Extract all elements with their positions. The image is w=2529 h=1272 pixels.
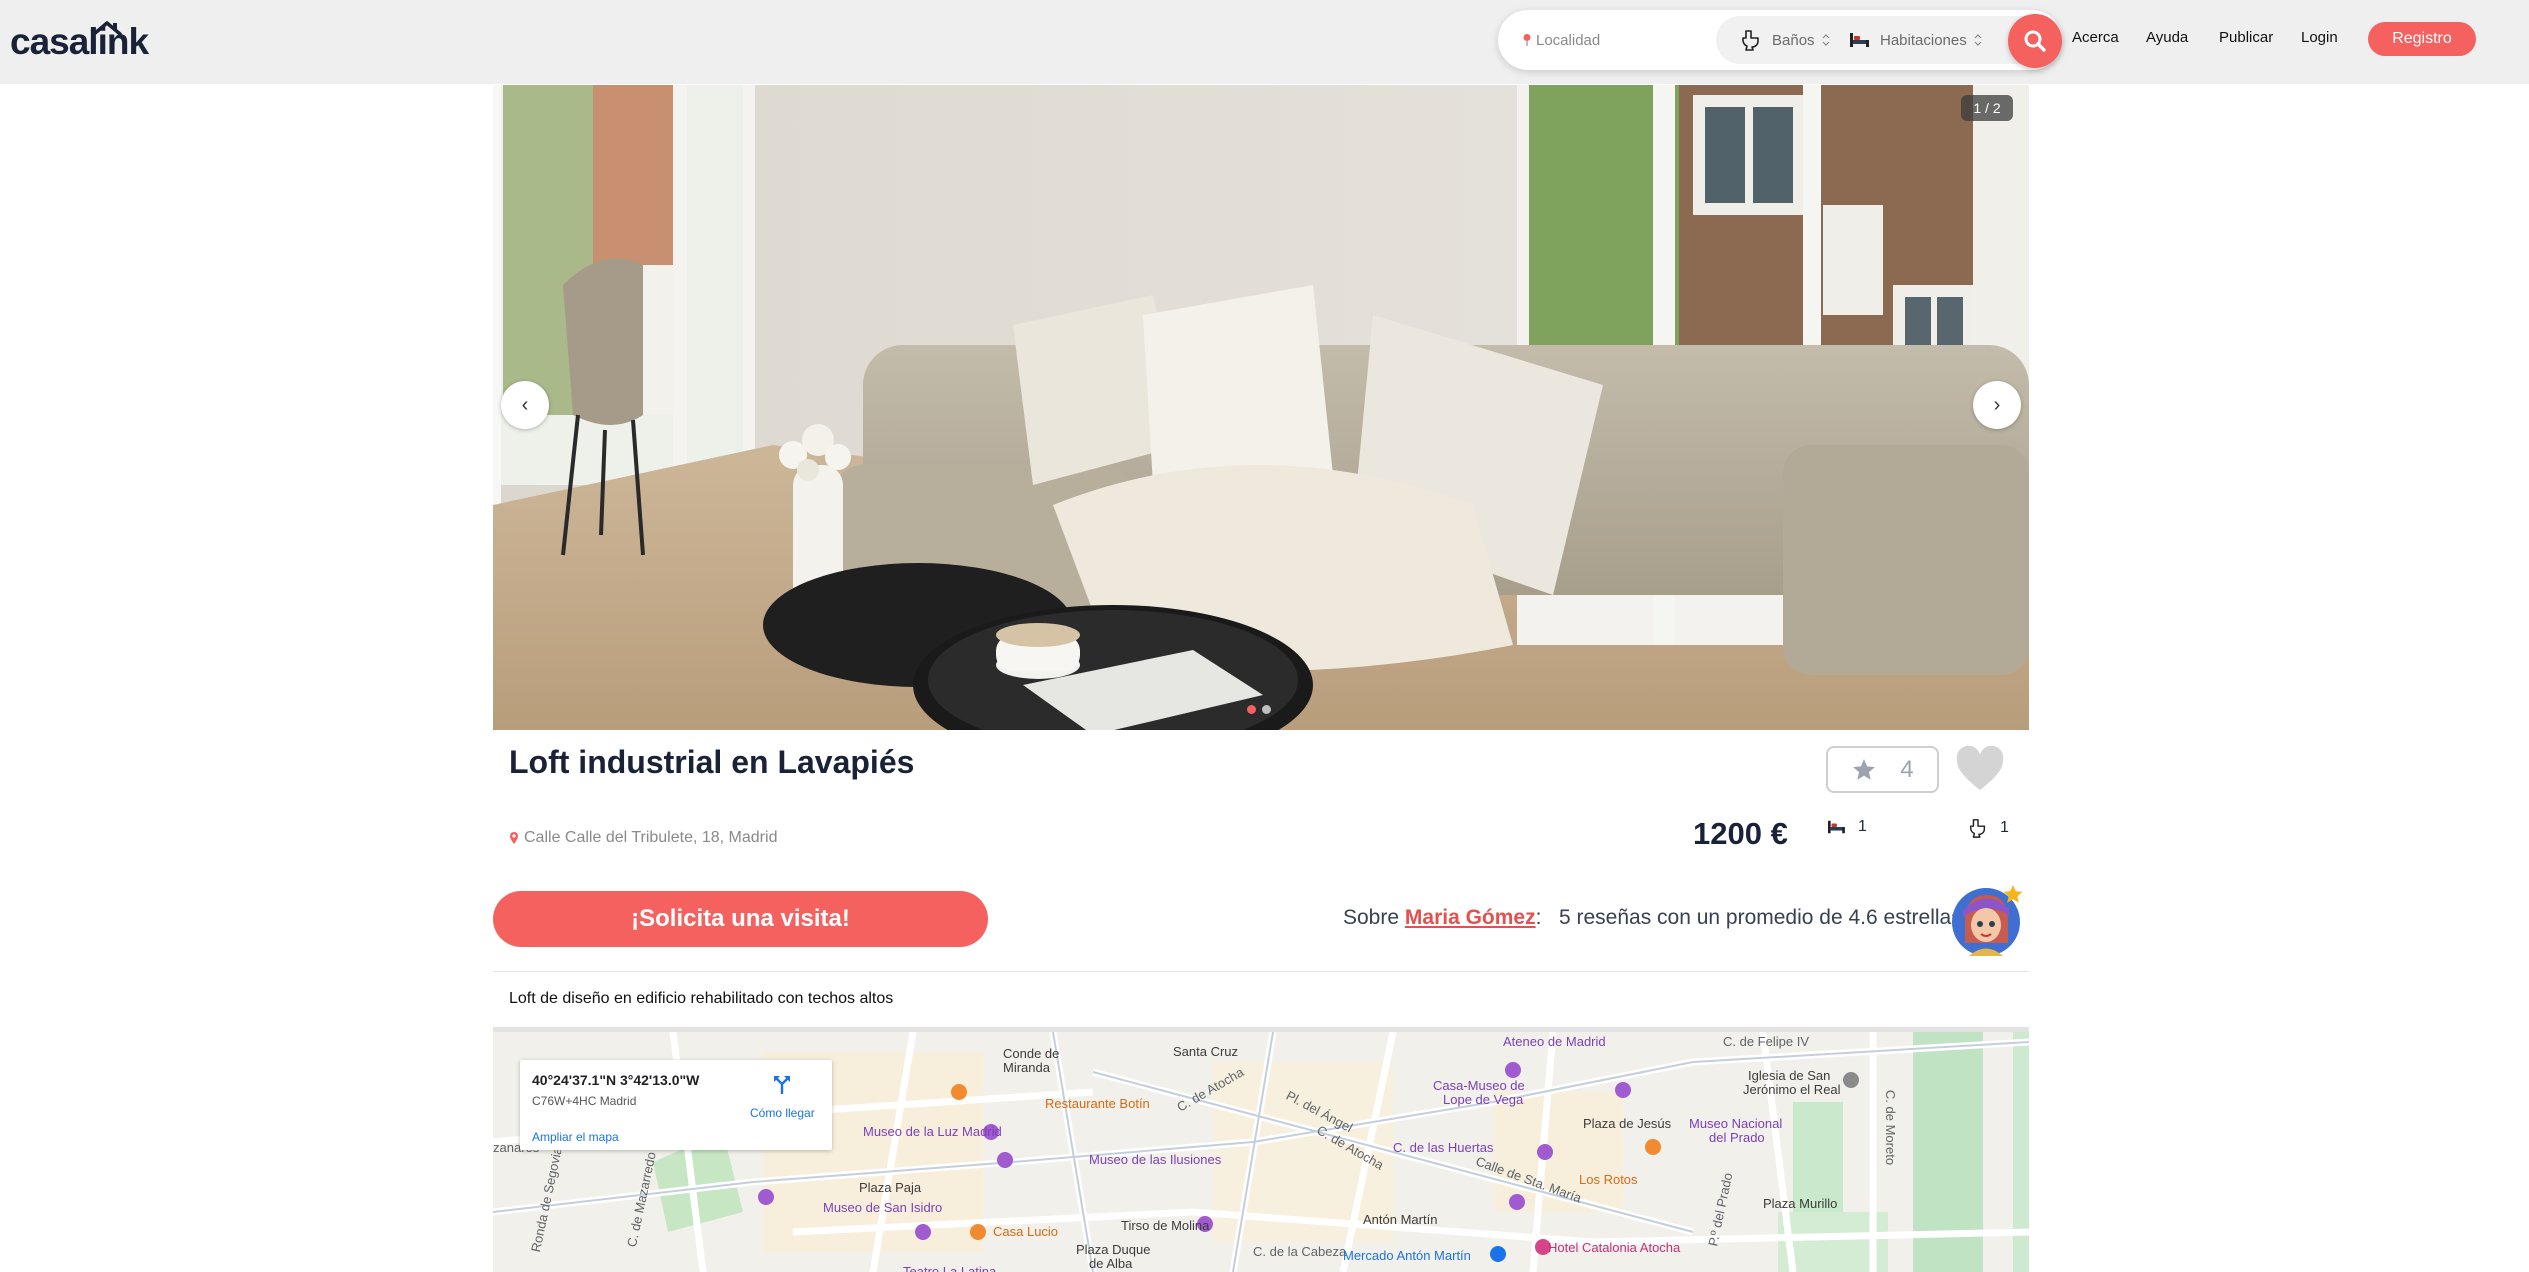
next-image-button[interactable]: › xyxy=(1973,381,2021,429)
map-label: C. de Moreto xyxy=(1883,1089,1899,1166)
search-icon xyxy=(2024,30,2046,52)
owner-avatar[interactable] xyxy=(1951,883,2025,957)
listing-photo xyxy=(493,85,2029,730)
rating-count: 4 xyxy=(1900,755,1914,783)
location-input[interactable] xyxy=(1536,31,1736,49)
prev-image-button[interactable]: ‹ xyxy=(501,381,549,429)
reviews-separator: : xyxy=(1535,906,1542,929)
section-divider xyxy=(493,971,2029,972)
map-label: Museo Nacional xyxy=(1689,1116,1783,1131)
map-label: Teatro La Latina xyxy=(903,1264,997,1272)
map-label: del Prado xyxy=(1709,1130,1765,1145)
request-visit-button[interactable]: ¡Solicita una visita! xyxy=(493,891,988,947)
map-label: Iglesia de San xyxy=(1748,1068,1831,1083)
carousel-dot[interactable] xyxy=(1247,705,1256,714)
map-label: de Alba xyxy=(1089,1256,1133,1271)
enlarge-map-link[interactable]: Ampliar el mapa xyxy=(532,1130,619,1144)
listing-address: Calle Calle del Tribulete, 18, Madrid xyxy=(509,829,777,847)
map-label: Museo de las Ilusiones xyxy=(1089,1152,1222,1167)
logo-text: casalink xyxy=(10,21,149,62)
map-label: Conde de xyxy=(1003,1046,1060,1061)
register-button[interactable]: Registro xyxy=(2368,22,2476,56)
map-label: Tirso de Molina xyxy=(1121,1218,1210,1233)
bed-icon xyxy=(1850,33,1869,47)
map-label: Museo de la Luz Madrid xyxy=(863,1124,1002,1139)
bathrooms-spec: 1 xyxy=(1968,818,2009,838)
map-label: Hotel Catalonia Atocha xyxy=(1548,1240,1681,1255)
reviews-summary: 5 reseñas con un promedio de 4.6 estrell… xyxy=(1558,906,1968,929)
baths-label: Baños xyxy=(1772,31,1815,49)
nav-publicar[interactable]: Publicar xyxy=(2219,28,2273,48)
map-label: Miranda xyxy=(1003,1060,1050,1075)
map-label: Santa Cruz xyxy=(1173,1044,1239,1059)
map-label: Plaza Paja xyxy=(859,1180,922,1195)
directions-icon[interactable] xyxy=(772,1074,792,1096)
search-bar: Baños Habitaciones xyxy=(1498,10,2062,70)
updown-icon xyxy=(1974,34,1982,46)
map-label: C. de Felipe IV xyxy=(1723,1034,1809,1049)
nav-login[interactable]: Login xyxy=(2301,28,2338,48)
map-coordinates: 40°24'37.1"N 3°42'13.0"W xyxy=(532,1072,700,1088)
image-counter: 1 / 2 xyxy=(1961,95,2013,121)
map-label: Restaurante Botín xyxy=(1045,1096,1150,1111)
map-label: Antón Martín xyxy=(1363,1212,1438,1227)
listing-price: 1200 € xyxy=(1693,816,1788,851)
house-roof-icon xyxy=(92,21,122,36)
map-label: Plaza Murillo xyxy=(1763,1196,1838,1211)
map-label: Jerónimo el Real xyxy=(1743,1082,1841,1097)
top-navbar: casalink Baños xyxy=(0,0,2529,84)
rooms-filter[interactable]: Habitaciones xyxy=(1848,16,1983,64)
location-pin-icon xyxy=(510,832,518,844)
location-map[interactable]: Santa Cruz Conde de Miranda C. de Atocha… xyxy=(493,1032,2029,1272)
owner-reviews: Sobre Maria Gómez: 5 reseñas con un prom… xyxy=(1343,906,1968,930)
reviews-prefix: Sobre xyxy=(1343,906,1400,929)
favorite-heart-icon[interactable] xyxy=(1955,746,2005,792)
star-icon xyxy=(1853,758,1876,780)
map-label: Los Rotos xyxy=(1579,1172,1638,1187)
map-label: Plaza Duque xyxy=(1076,1242,1151,1257)
map-label: Ateneo de Madrid xyxy=(1503,1034,1606,1049)
casalink-logo[interactable]: casalink xyxy=(10,18,149,66)
nav-acerca[interactable]: Acerca xyxy=(2072,28,2119,48)
toilet-icon xyxy=(1970,819,1986,838)
updown-icon xyxy=(1822,34,1829,46)
rating-badge[interactable]: 4 xyxy=(1826,746,1939,793)
bed-icon xyxy=(1828,820,1845,834)
address-text: Calle Calle del Tribulete, 18, Madrid xyxy=(524,829,778,846)
owner-name-link[interactable]: Maria Gómez xyxy=(1405,906,1536,929)
bedrooms-value: 1 xyxy=(1858,818,1867,835)
carousel-dots xyxy=(1247,705,1271,714)
chevron-right-icon: › xyxy=(1993,393,2001,416)
photo-carousel[interactable]: 1 / 2 ‹ › xyxy=(493,85,2029,730)
nav-ayuda[interactable]: Ayuda xyxy=(2146,28,2188,48)
search-button[interactable] xyxy=(2008,14,2062,68)
map-plus-code: C76W+4HC Madrid xyxy=(532,1094,637,1108)
map-label: Plaza de Jesús xyxy=(1583,1116,1672,1131)
map-info-card: 40°24'37.1"N 3°42'13.0"W C76W+4HC Madrid… xyxy=(520,1060,832,1150)
bathrooms-value: 1 xyxy=(2000,819,2009,836)
directions-link[interactable]: Cómo llegar xyxy=(750,1106,815,1120)
map-label: Museo de San Isidro xyxy=(823,1200,943,1215)
baths-filter[interactable]: Baños xyxy=(1740,16,1831,64)
location-pin-icon xyxy=(1523,34,1531,46)
bedrooms-spec: 1 xyxy=(1826,818,1867,836)
listing-description: Loft de diseño en edificio rehabilitado … xyxy=(509,990,894,1007)
map-label: Mercado Antón Martín xyxy=(1343,1248,1471,1263)
toilet-icon xyxy=(1742,30,1759,51)
map-label: Lope de Vega xyxy=(1443,1092,1524,1107)
map-label: Casa Lucio xyxy=(993,1224,1059,1239)
chevron-left-icon: ‹ xyxy=(521,393,529,416)
map-label: C. de la Cabeza xyxy=(1253,1244,1347,1259)
rooms-label: Habitaciones xyxy=(1880,31,1967,49)
map-label: Casa-Museo de xyxy=(1433,1078,1525,1093)
carousel-dot[interactable] xyxy=(1262,705,1271,714)
listing-title: Loft industrial en Lavapiés xyxy=(509,744,915,780)
